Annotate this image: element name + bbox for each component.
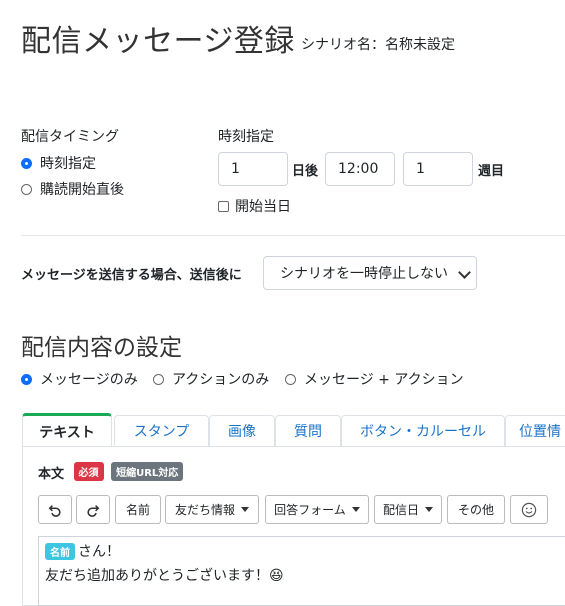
caret-down-icon bbox=[425, 507, 433, 512]
content-type-message[interactable]: メッセージのみ bbox=[21, 369, 138, 389]
time-spec-label: 時刻指定 bbox=[218, 129, 274, 145]
content-type-label: メッセージのみ bbox=[40, 372, 138, 388]
body-label: 本文 bbox=[38, 467, 65, 482]
content-type-both[interactable]: メッセージ + アクション bbox=[285, 369, 464, 389]
redo-button[interactable] bbox=[76, 495, 110, 524]
name-tag[interactable]: 名前 bbox=[45, 543, 75, 560]
radio-selected-icon[interactable] bbox=[21, 373, 32, 385]
required-badge: 必須 bbox=[73, 462, 104, 481]
tab-question[interactable]: 質問 bbox=[275, 415, 341, 446]
checkbox-icon[interactable] bbox=[218, 200, 229, 212]
after-send-value: シナリオを一時停止しない bbox=[280, 266, 448, 282]
time-input[interactable]: 12:00 bbox=[325, 152, 395, 186]
delivery-date-dropdown[interactable]: 配信日 bbox=[374, 495, 442, 524]
radio-selected-icon[interactable] bbox=[21, 157, 32, 169]
friend-info-label: 友だち情報 bbox=[174, 503, 235, 517]
smiley-icon bbox=[521, 502, 537, 517]
timing-option-time[interactable]: 時刻指定 bbox=[21, 153, 96, 173]
radio-icon[interactable] bbox=[153, 373, 164, 385]
tab-text[interactable]: テキスト bbox=[22, 413, 112, 447]
caret-down-icon bbox=[351, 507, 360, 512]
scenario-name: シナリオ名：名称未設定 bbox=[301, 37, 455, 53]
content-type-label: アクションのみ bbox=[172, 372, 270, 388]
message-type-tabs: テキスト スタンプ 画像 質問 ボタン・カルーセル 位置情 bbox=[22, 413, 565, 447]
caret-down-icon bbox=[241, 507, 249, 512]
after-send-select[interactable]: シナリオを一時停止しない bbox=[263, 256, 477, 290]
redo-icon bbox=[87, 504, 100, 517]
insert-name-button[interactable]: 名前 bbox=[115, 495, 161, 524]
other-button[interactable]: その他 bbox=[447, 495, 505, 524]
body-label-row: 本文 必須 短縮URL対応 bbox=[38, 462, 184, 482]
editor-line-1-text: さん！ bbox=[78, 544, 120, 560]
content-type-action[interactable]: アクションのみ bbox=[153, 369, 269, 389]
emoji-button[interactable] bbox=[510, 495, 548, 524]
content-type-label: メッセージ + アクション bbox=[304, 372, 464, 388]
timing-option-immediate[interactable]: 購読開始直後 bbox=[21, 179, 124, 199]
content-heading: 配信内容の設定 bbox=[21, 335, 182, 361]
undo-button[interactable] bbox=[38, 495, 72, 524]
short-url-badge: 短縮URL対応 bbox=[111, 462, 184, 481]
tab-image[interactable]: 画像 bbox=[209, 415, 275, 446]
weeks-suffix: 週目 bbox=[478, 164, 505, 179]
page-title: 配信メッセージ登録 bbox=[21, 24, 295, 59]
start-day-label: 開始当日 bbox=[235, 199, 291, 215]
tab-stamp[interactable]: スタンプ bbox=[114, 415, 209, 446]
start-day-checkbox[interactable]: 開始当日 bbox=[218, 196, 291, 216]
timing-label: 配信タイミング bbox=[21, 129, 119, 145]
days-input[interactable]: 1 bbox=[218, 152, 288, 186]
chevron-down-icon bbox=[458, 266, 471, 279]
timing-option-label: 購読開始直後 bbox=[40, 182, 124, 198]
delivery-date-label: 配信日 bbox=[382, 503, 419, 517]
editor-line-1: 名前 さん！ bbox=[45, 541, 120, 561]
editor-line-2: 友だち追加ありがとうございます！😆 bbox=[45, 568, 284, 584]
tab-location[interactable]: 位置情 bbox=[505, 415, 565, 446]
days-suffix: 日後 bbox=[292, 164, 319, 179]
answer-form-dropdown[interactable]: 回答フォーム bbox=[265, 495, 369, 524]
friend-info-dropdown[interactable]: 友だち情報 bbox=[165, 495, 259, 524]
tab-button-carousel[interactable]: ボタン・カルーセル bbox=[341, 415, 505, 446]
timing-option-label: 時刻指定 bbox=[40, 156, 96, 172]
radio-icon[interactable] bbox=[285, 373, 296, 385]
undo-icon bbox=[48, 504, 61, 517]
weeks-input[interactable]: 1 bbox=[403, 152, 473, 186]
after-send-label: メッセージを送信する場合、送信後に bbox=[21, 268, 242, 283]
divider bbox=[21, 235, 565, 236]
radio-icon[interactable] bbox=[21, 183, 32, 195]
answer-form-label: 回答フォーム bbox=[274, 503, 346, 517]
